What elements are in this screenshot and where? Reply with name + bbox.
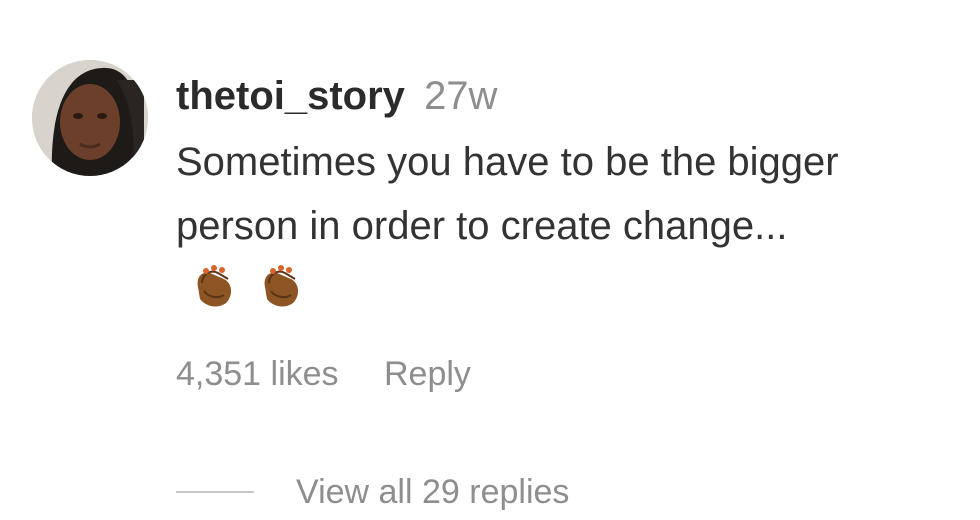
likes-count[interactable]: 4,351 likes <box>176 355 339 393</box>
comment-header: thetoi_story 27w <box>176 70 956 122</box>
username-link[interactable]: thetoi_story <box>176 74 405 118</box>
comment-text: Sometimes you have to be the bigger pers… <box>176 140 839 248</box>
clapping-hands-icon <box>264 265 299 307</box>
avatar-image <box>32 60 148 176</box>
reply-button[interactable]: Reply <box>384 355 471 393</box>
view-replies-label: View all 29 replies <box>296 472 570 511</box>
comment-meta: 4,351 likes Reply <box>176 352 956 396</box>
comment-timestamp[interactable]: 27w <box>424 74 497 118</box>
clapping-hands-icon <box>197 265 232 307</box>
emoji-group <box>188 261 311 330</box>
view-replies-button[interactable]: View all 29 replies <box>176 470 569 514</box>
comment-thread: thetoi_story 27w Sometimes you have to b… <box>0 0 980 520</box>
replies-divider <box>176 491 254 493</box>
avatar[interactable] <box>32 60 148 176</box>
comment-body: thetoi_story 27w Sometimes you have to b… <box>176 70 956 396</box>
comment-text-block: Sometimes you have to be the bigger pers… <box>176 130 876 330</box>
